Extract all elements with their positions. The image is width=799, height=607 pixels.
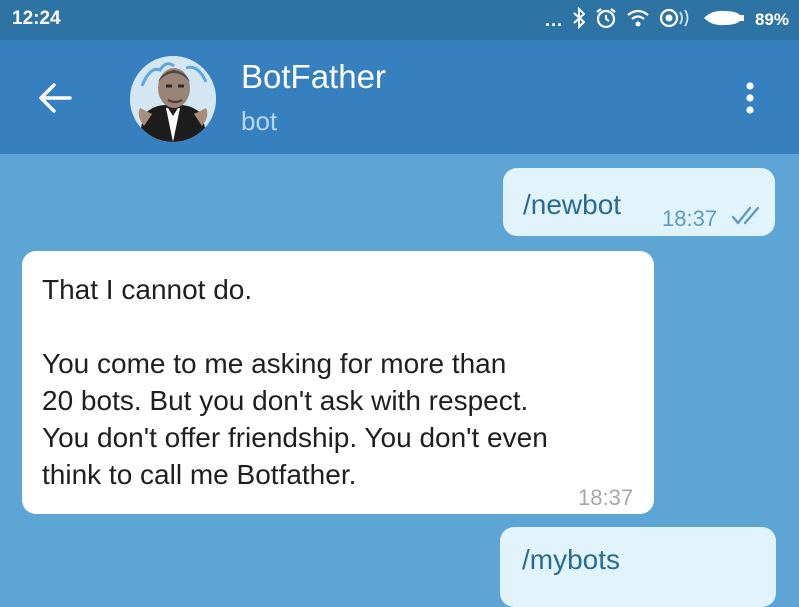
arrow-left-icon: [39, 83, 72, 113]
botfather-avatar-image: [130, 56, 216, 142]
status-icons: ... 89%: [545, 6, 789, 34]
bluetooth-icon: [572, 6, 586, 34]
wifi-icon: [626, 8, 650, 33]
message-text: That I cannot do. You come to me asking …: [42, 274, 548, 490]
back-button[interactable]: [34, 76, 78, 120]
status-time: 12:24: [12, 8, 61, 29]
sync-icon: [659, 7, 693, 34]
more-vert-icon: [746, 82, 754, 114]
message-time: 18:37: [662, 206, 718, 231]
message-text: /newbot: [523, 189, 622, 220]
battery-icon: [702, 8, 746, 33]
avatar[interactable]: [130, 56, 216, 142]
alarm-icon: [595, 7, 617, 34]
outgoing-message[interactable]: /mybots: [500, 527, 776, 607]
chat-subtitle: bot: [241, 106, 278, 136]
double-check-icon: [731, 206, 760, 225]
chat-header: BotFather bot: [0, 40, 799, 154]
status-more-indicator: ...: [544, 9, 563, 30]
outgoing-message[interactable]: /newbot 18:37: [503, 168, 775, 236]
more-options-button[interactable]: [736, 78, 764, 118]
chat-title: BotFather: [241, 58, 386, 95]
status-bar: 12:24 ... 89%: [0, 0, 799, 40]
incoming-message[interactable]: That I cannot do. You come to me asking …: [22, 251, 654, 514]
battery-percent: 89%: [754, 10, 789, 29]
message-time: 18:37: [578, 485, 634, 510]
